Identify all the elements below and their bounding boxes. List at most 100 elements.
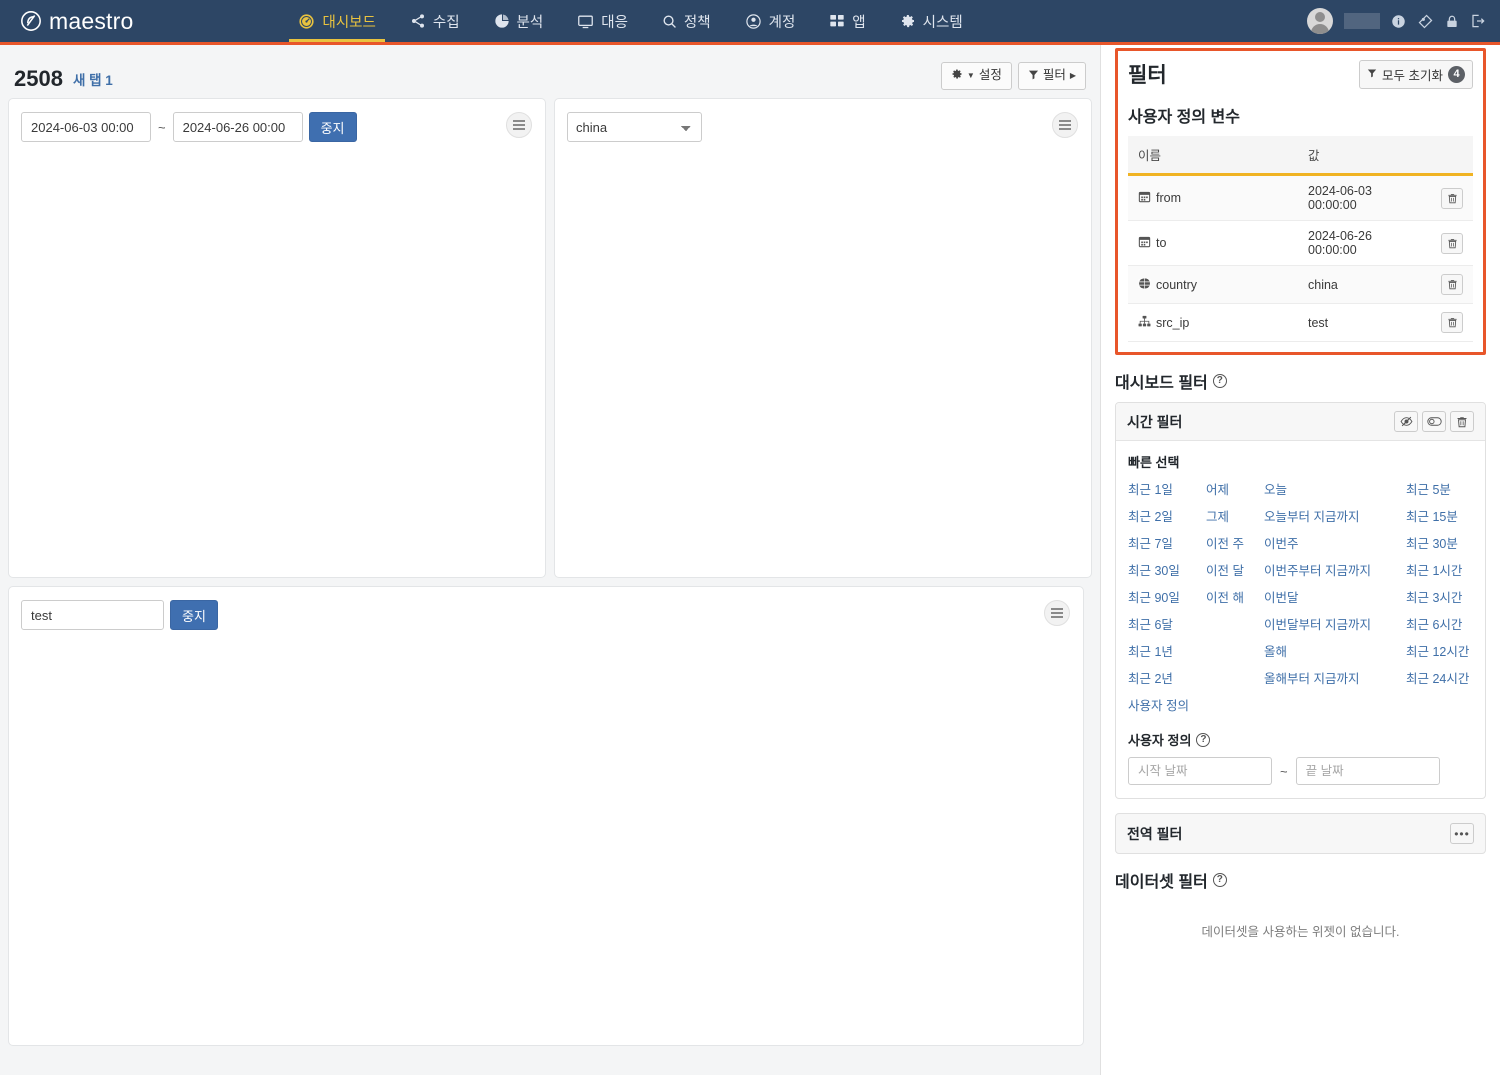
- trash-icon[interactable]: [1441, 274, 1463, 295]
- gear-icon: [900, 13, 916, 29]
- start-date-input[interactable]: [1128, 757, 1272, 785]
- quick-select-previous-year[interactable]: 이전 해: [1206, 587, 1264, 606]
- quick-select-this-month[interactable]: 이번달: [1264, 587, 1406, 606]
- text-filter-controls: 중지: [21, 600, 1071, 630]
- dashboard-canvas: 2508 새 탭 1 ▼ 설정 필터 ▶ 2024-06-03 00:00 ~ …: [0, 45, 1100, 1075]
- quick-select-this-week-until-now[interactable]: 이번주부터 지금까지: [1264, 560, 1406, 579]
- quick-select-spacer: [1206, 614, 1264, 633]
- time-filter-header: 시간 필터: [1116, 403, 1485, 441]
- quick-select-this-month-until-now[interactable]: 이번달부터 지금까지: [1264, 614, 1406, 633]
- dashboard-gauge-icon: [298, 13, 315, 30]
- src-ip-input[interactable]: [21, 600, 164, 630]
- ellipsis-glyph: •••: [1454, 826, 1470, 841]
- quick-select-last-6-hours[interactable]: 최근 6시간: [1406, 614, 1473, 633]
- nav-item-analysis[interactable]: 분석: [477, 0, 561, 42]
- filter-toggle-button[interactable]: 필터 ▶: [1017, 62, 1086, 90]
- quick-select-this-year-until-now[interactable]: 올해부터 지금까지: [1264, 668, 1406, 687]
- nav-item-account[interactable]: 계정: [728, 0, 813, 42]
- nav-item-dashboard[interactable]: 대시보드: [281, 0, 392, 42]
- logout-icon[interactable]: [1470, 13, 1486, 29]
- quick-select-previous-month[interactable]: 이전 달: [1206, 560, 1264, 579]
- nav-item-system[interactable]: 시스템: [883, 0, 980, 42]
- quick-select-last-1-hour[interactable]: 최근 1시간: [1406, 560, 1473, 579]
- end-date-input[interactable]: [1295, 757, 1440, 785]
- quick-select-last-15-min[interactable]: 최근 15분: [1406, 506, 1473, 525]
- chevron-down-icon: ▼: [966, 70, 975, 80]
- quick-select-this-week[interactable]: 이번주: [1264, 533, 1406, 552]
- quick-select-last-7-days[interactable]: 최근 7일: [1128, 533, 1206, 552]
- nav-item-label: 정책: [683, 14, 711, 31]
- variable-action-cell: [1431, 265, 1473, 304]
- trash-icon[interactable]: [1441, 312, 1463, 333]
- avatar[interactable]: [1307, 8, 1333, 34]
- quick-select-last-1-day[interactable]: 최근 1일: [1128, 479, 1206, 498]
- nav-item-policy[interactable]: 정책: [645, 0, 728, 42]
- quick-select-spacer: [1206, 668, 1264, 687]
- stop-button[interactable]: 중지: [308, 112, 357, 142]
- dashboard-filter-heading-label: 대시보드 필터: [1115, 375, 1208, 392]
- eye-slash-icon[interactable]: [1394, 411, 1418, 432]
- time-filter-actions: [1394, 411, 1474, 432]
- nav-item-apps[interactable]: 앱: [812, 0, 882, 42]
- widget-menu-button[interactable]: [1052, 112, 1078, 138]
- quick-select-last-6-months[interactable]: 최근 6달: [1128, 614, 1206, 633]
- quick-select-last-30-days[interactable]: 최근 30일: [1128, 560, 1206, 579]
- trash-icon[interactable]: [1441, 187, 1463, 209]
- info-icon[interactable]: [1391, 14, 1406, 29]
- page-title: 2508: [14, 66, 63, 91]
- quick-select-last-3-hours[interactable]: 최근 3시간: [1406, 587, 1473, 606]
- quick-select-heading: 빠른 선택: [1128, 455, 1180, 470]
- stop-button[interactable]: 중지: [170, 600, 218, 630]
- quick-select-last-2-days[interactable]: 최근 2일: [1128, 506, 1206, 525]
- quick-select-spacer: [1206, 695, 1264, 714]
- quick-select-last-2-years[interactable]: 최근 2년: [1128, 668, 1206, 687]
- lock-icon[interactable]: [1445, 14, 1459, 29]
- quick-select-today-until-now[interactable]: 오늘부터 지금까지: [1264, 506, 1406, 525]
- settings-button[interactable]: ▼ 설정: [940, 62, 1012, 90]
- trash-icon[interactable]: [1441, 232, 1463, 254]
- calendar-icon: [1138, 235, 1151, 251]
- table-header-row: 이름 값: [1128, 136, 1473, 176]
- quick-select-custom[interactable]: 사용자 정의: [1128, 695, 1206, 714]
- date-separator: ~: [158, 119, 166, 135]
- nav-right-actions: [1307, 0, 1500, 42]
- custom-range-row: ~: [1128, 757, 1473, 785]
- quick-select-spacer: [1406, 695, 1473, 714]
- quick-select-last-12-hours[interactable]: 최근 12시간: [1406, 641, 1473, 660]
- quick-select-day-before-yesterday[interactable]: 그제: [1206, 506, 1264, 525]
- quick-select-last-1-year[interactable]: 최근 1년: [1128, 641, 1206, 660]
- nav-item-label: 분석: [516, 14, 544, 31]
- question-circle-icon[interactable]: ?: [1212, 873, 1227, 887]
- quick-select-yesterday[interactable]: 어제: [1206, 479, 1264, 498]
- widget-body: ~ 중지: [9, 99, 545, 155]
- country-select[interactable]: china: [567, 112, 702, 142]
- tab-new-tab-1[interactable]: 새 탭 1: [73, 72, 113, 90]
- quick-select-previous-week[interactable]: 이전 주: [1206, 533, 1264, 552]
- quick-select-this-year[interactable]: 올해: [1264, 641, 1406, 660]
- ellipsis-icon[interactable]: •••: [1450, 823, 1474, 844]
- quick-select-last-30-min[interactable]: 최근 30분: [1406, 533, 1473, 552]
- trash-icon[interactable]: [1450, 411, 1474, 432]
- column-header-value: 값: [1298, 136, 1431, 176]
- quick-select-last-5-min[interactable]: 최근 5분: [1406, 479, 1473, 498]
- reset-all-button[interactable]: 모두 초기화 4: [1359, 59, 1473, 89]
- column-header-actions: [1431, 136, 1473, 176]
- chevron-right-icon: ▶: [1069, 70, 1076, 80]
- tag-icon[interactable]: [1417, 13, 1434, 30]
- quick-select-last-90-days[interactable]: 최근 90일: [1128, 587, 1206, 606]
- nav-item-label: 시스템: [922, 14, 963, 31]
- toggle-icon[interactable]: [1422, 411, 1446, 432]
- quick-select-today[interactable]: 오늘: [1264, 479, 1406, 498]
- nav-item-collection[interactable]: 수집: [393, 0, 477, 42]
- to-date-input[interactable]: [172, 112, 303, 142]
- from-date-input[interactable]: [21, 112, 151, 142]
- widget-menu-button[interactable]: [1044, 600, 1070, 626]
- brand-logo[interactable]: maestro: [0, 0, 151, 42]
- nav-item-response[interactable]: 대응: [560, 0, 645, 42]
- variable-name-label: src_ip: [1156, 315, 1190, 330]
- question-circle-icon[interactable]: ?: [1212, 374, 1227, 388]
- variable-action-cell: [1431, 220, 1473, 266]
- widget-menu-button[interactable]: [506, 112, 532, 138]
- question-circle-icon[interactable]: ?: [1196, 732, 1211, 747]
- quick-select-last-24-hours[interactable]: 최근 24시간: [1406, 668, 1473, 687]
